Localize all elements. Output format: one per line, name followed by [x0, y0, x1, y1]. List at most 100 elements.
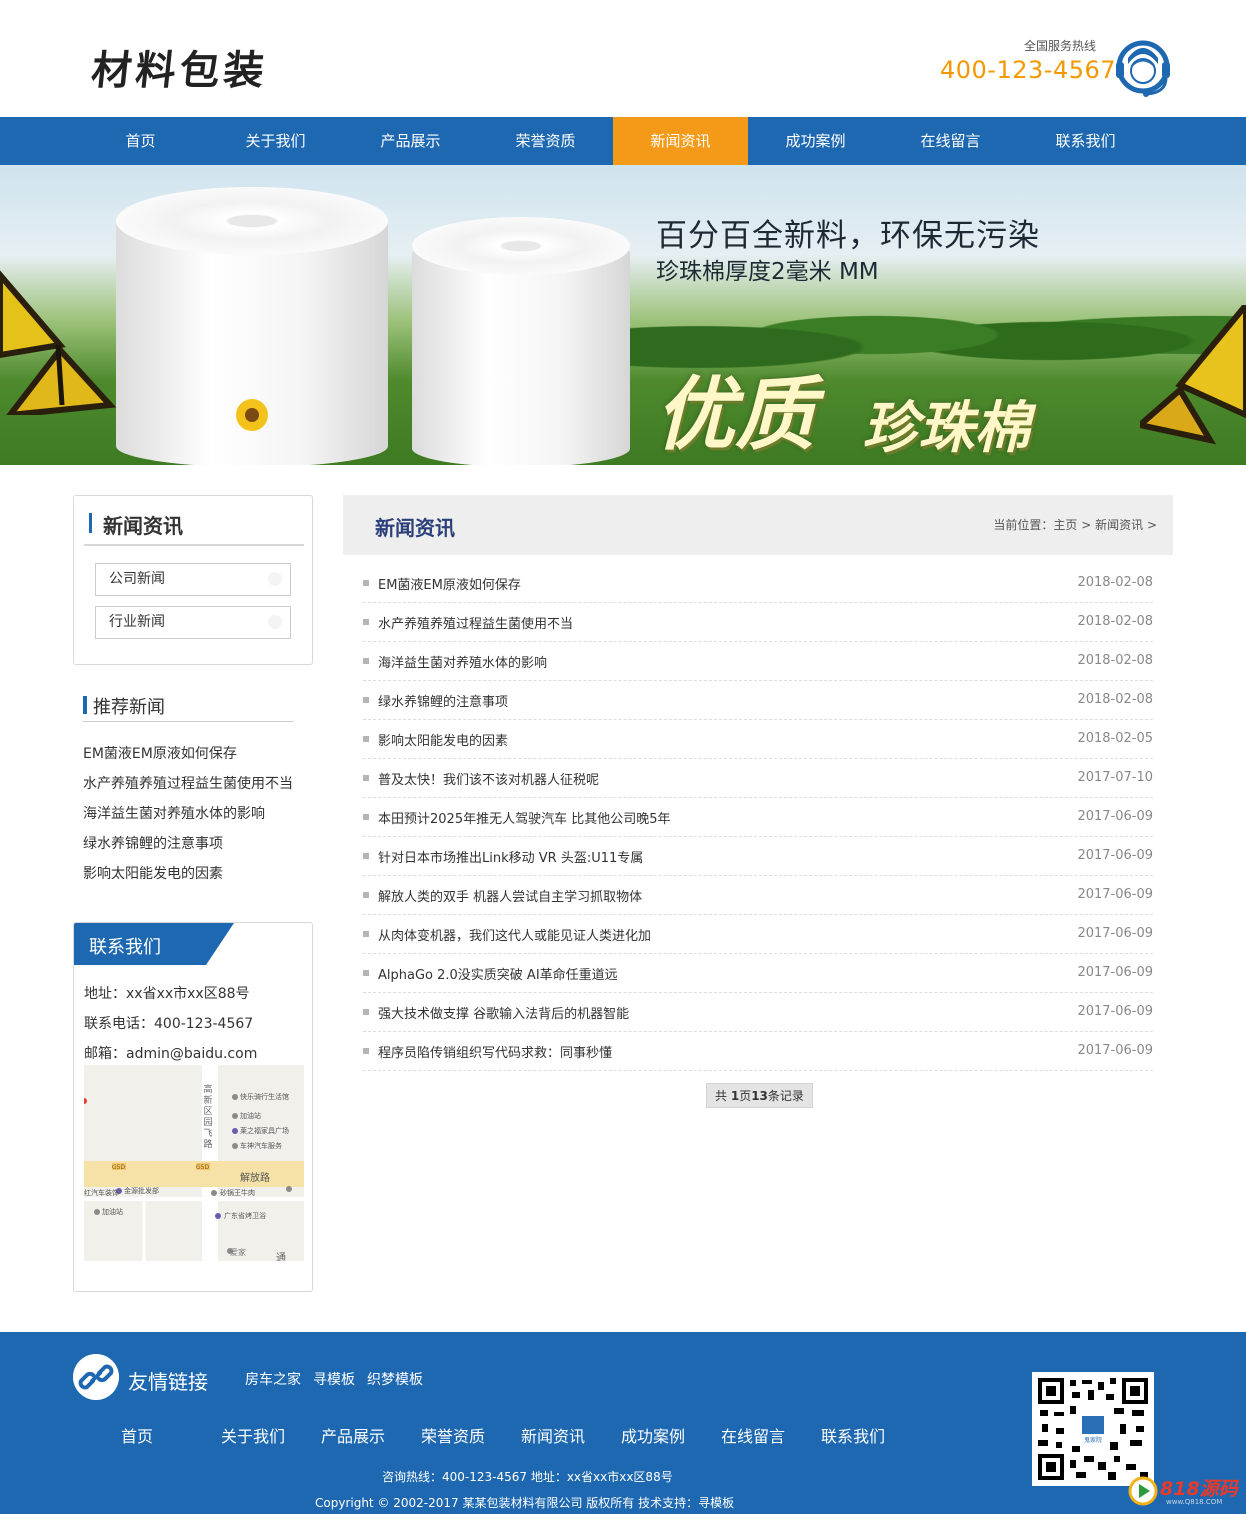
- site-header: 材料包装 全国服务热线 400-123-4567: [0, 0, 1246, 117]
- recommend-title: 推荐新闻: [93, 697, 165, 718]
- news-title[interactable]: 从肉体变机器，我们这代人或能见证人类进化加: [378, 925, 651, 944]
- news-date: 2018-02-08: [1077, 692, 1153, 707]
- nav-products[interactable]: 产品展示: [343, 117, 478, 165]
- main-nav: 首页 关于我们 产品展示 荣誉资质 新闻资讯 成功案例 在线留言 联系我们: [0, 117, 1246, 165]
- news-row[interactable]: EM菌液EM原液如何保存 2018-02-08: [363, 564, 1153, 603]
- watermark-text: 818源码: [1160, 1478, 1238, 1500]
- news-title[interactable]: 水产养殖养殖过程益生菌使用不当: [378, 613, 573, 632]
- nav-contact[interactable]: 联系我们: [1018, 117, 1153, 165]
- recommend-item[interactable]: 水产养殖养殖过程益生菌使用不当: [83, 773, 293, 793]
- footer-nav-contact[interactable]: 联系我们: [821, 1423, 885, 1447]
- map-canvas: 爱家 通 G5D G5D 解放路 快乐骑行生活馆 加油站 莱之福家具广场 车神汽…: [84, 1065, 304, 1261]
- watermark: 818源码 www.Q818.COM: [1128, 1474, 1238, 1508]
- recommend-item[interactable]: 海洋益生菌对养殖水体的影响: [83, 803, 265, 823]
- news-date: 2017-06-09: [1077, 926, 1153, 941]
- news-date: 2017-07-10: [1077, 770, 1153, 785]
- qr-caption: 鬼家院: [1084, 1436, 1102, 1444]
- nav-news[interactable]: 新闻资讯: [613, 117, 748, 165]
- footer-nav-products[interactable]: 产品展示: [321, 1423, 385, 1447]
- breadcrumb-home[interactable]: 主页: [1053, 518, 1077, 532]
- news-row[interactable]: 程序员陷传销组织写代码求救：同事秒懂 2017-06-09: [363, 1032, 1153, 1071]
- recommend-title-bar: 推荐新闻: [83, 692, 293, 722]
- map-label: 爱家: [230, 1247, 246, 1257]
- map-label: 通: [276, 1252, 286, 1261]
- play-icon: [1128, 1476, 1158, 1506]
- news-title[interactable]: 影响太阳能发电的因素: [378, 730, 508, 749]
- bullet-icon: [363, 814, 369, 820]
- footer-copyright: Copyright © 2002-2017 某某包装材料有限公司 版权所有 技术…: [315, 1496, 735, 1510]
- news-title[interactable]: 海洋益生菌对养殖水体的影响: [378, 652, 547, 671]
- footer-nav-message[interactable]: 在线留言: [721, 1423, 785, 1447]
- news-row[interactable]: 海洋益生菌对养殖水体的影响 2018-02-08: [363, 642, 1153, 681]
- news-title[interactable]: 普及太快！我们该不该对机器人征税呢: [378, 769, 599, 788]
- bullet-icon: [363, 892, 369, 898]
- news-date: 2018-02-08: [1077, 653, 1153, 668]
- friend-link[interactable]: 织梦模板: [367, 1369, 423, 1389]
- news-title[interactable]: 针对日本市场推出Link移动 VR 头盔:U11专属: [378, 847, 643, 866]
- breadcrumb-separator: >: [1143, 518, 1157, 532]
- contact-email: 邮箱：admin@baidu.com: [84, 1046, 258, 1062]
- news-date: 2017-06-09: [1077, 965, 1153, 980]
- news-row[interactable]: AlphaGo 2.0没实质突破 AI革命任重道远 2017-06-09: [363, 954, 1153, 993]
- news-row[interactable]: 从肉体变机器，我们这代人或能见证人类进化加 2017-06-09: [363, 915, 1153, 954]
- link-icon: [73, 1354, 119, 1400]
- news-title[interactable]: 程序员陷传销组织写代码求救：同事秒懂: [378, 1042, 612, 1061]
- watermark-subtext: www.Q818.COM: [1166, 1498, 1223, 1506]
- map-label: 红汽车装饰: [84, 1188, 119, 1197]
- banner-big-text-2: 珍珠棉: [862, 396, 1030, 461]
- footer-nav-about[interactable]: 关于我们: [221, 1423, 285, 1447]
- bullet-icon: [363, 697, 369, 703]
- bullet-icon: [363, 1009, 369, 1015]
- category-title-bar: 新闻资讯: [84, 506, 304, 546]
- recommend-item[interactable]: 影响太阳能发电的因素: [83, 863, 223, 883]
- title-accent-bar: [89, 513, 92, 533]
- breadcrumb-news[interactable]: 新闻资讯: [1095, 518, 1143, 532]
- news-date: 2017-06-09: [1077, 1043, 1153, 1058]
- recommend-item[interactable]: EM菌液EM原液如何保存: [83, 743, 237, 763]
- news-title[interactable]: 本田预计2025年推无人驾驶汽车 比其他公司晚5年: [378, 808, 671, 827]
- page-title: 新闻资讯: [375, 516, 455, 540]
- nav-message[interactable]: 在线留言: [883, 117, 1018, 165]
- category-industry-news[interactable]: 行业新闻: [95, 606, 291, 639]
- news-title[interactable]: 强大技术做支撑 谷歌输入法背后的机器智能: [378, 1003, 629, 1022]
- nav-home[interactable]: 首页: [73, 117, 208, 165]
- nav-about[interactable]: 关于我们: [208, 117, 343, 165]
- contact-box: 联系我们 地址：xx省xx市xx区88号 联系电话：400-123-4567 邮…: [73, 922, 313, 1292]
- map-road-vertical-label: 高新区园飞路: [203, 1085, 213, 1150]
- breadcrumb: 当前位置：主页 > 新闻资讯 >: [993, 516, 1157, 533]
- footer-nav-news[interactable]: 新闻资讯: [521, 1423, 585, 1447]
- nav-cases[interactable]: 成功案例: [748, 117, 883, 165]
- location-map[interactable]: 爱家 通 G5D G5D 解放路 快乐骑行生活馆 加油站 莱之福家具广场 车神汽…: [84, 1065, 304, 1261]
- contact-address: 地址：xx省xx市xx区88号: [84, 986, 250, 1002]
- news-row[interactable]: 绿水养锦鲤的注意事项 2018-02-08: [363, 681, 1153, 720]
- news-row[interactable]: 针对日本市场推出Link移动 VR 头盔:U11专属 2017-06-09: [363, 837, 1153, 876]
- news-row[interactable]: 本田预计2025年推无人驾驶汽车 比其他公司晚5年 2017-06-09: [363, 798, 1153, 837]
- recommend-item[interactable]: 绿水养锦鲤的注意事项: [83, 833, 223, 853]
- news-row[interactable]: 水产养殖养殖过程益生菌使用不当 2018-02-08: [363, 603, 1153, 642]
- news-row[interactable]: 影响太阳能发电的因素 2018-02-05: [363, 720, 1153, 759]
- site-logo[interactable]: 材料包装: [89, 38, 271, 96]
- news-row[interactable]: 解放人类的双手 机器人尝试自主学习抓取物体 2017-06-09: [363, 876, 1153, 915]
- map-label: 加油站: [240, 1111, 261, 1120]
- hero-banner[interactable]: 百分百全新料，环保无污染 珍珠棉厚度2毫米 MM 优质 珍珠棉: [0, 165, 1246, 465]
- category-company-news[interactable]: 公司新闻: [95, 563, 291, 596]
- pager-page-count: 1: [730, 1089, 740, 1103]
- news-title[interactable]: AlphaGo 2.0没实质突破 AI革命任重道远: [378, 964, 618, 983]
- news-date: 2018-02-08: [1077, 614, 1153, 629]
- news-date: 2017-06-09: [1077, 1004, 1153, 1019]
- friend-link[interactable]: 寻模板: [313, 1369, 355, 1389]
- news-row[interactable]: 普及太快！我们该不该对机器人征税呢 2017-07-10: [363, 759, 1153, 798]
- news-title[interactable]: EM菌液EM原液如何保存: [378, 574, 521, 593]
- footer-nav-home[interactable]: 首页: [121, 1423, 153, 1447]
- footer-nav-cases[interactable]: 成功案例: [621, 1423, 685, 1447]
- map-label: 金源批发部: [124, 1186, 159, 1195]
- qr-code-icon: 鬼家院: [1036, 1376, 1150, 1482]
- butterfly-left-image: [0, 270, 117, 415]
- news-title[interactable]: 解放人类的双手 机器人尝试自主学习抓取物体: [378, 886, 642, 905]
- nav-honors[interactable]: 荣誉资质: [478, 117, 613, 165]
- news-title[interactable]: 绿水养锦鲤的注意事项: [378, 691, 508, 710]
- friend-link[interactable]: 房车之家: [245, 1369, 301, 1389]
- news-row[interactable]: 强大技术做支撑 谷歌输入法背后的机器智能 2017-06-09: [363, 993, 1153, 1032]
- footer-nav-honors[interactable]: 荣誉资质: [421, 1423, 485, 1447]
- bullet-icon: [363, 619, 369, 625]
